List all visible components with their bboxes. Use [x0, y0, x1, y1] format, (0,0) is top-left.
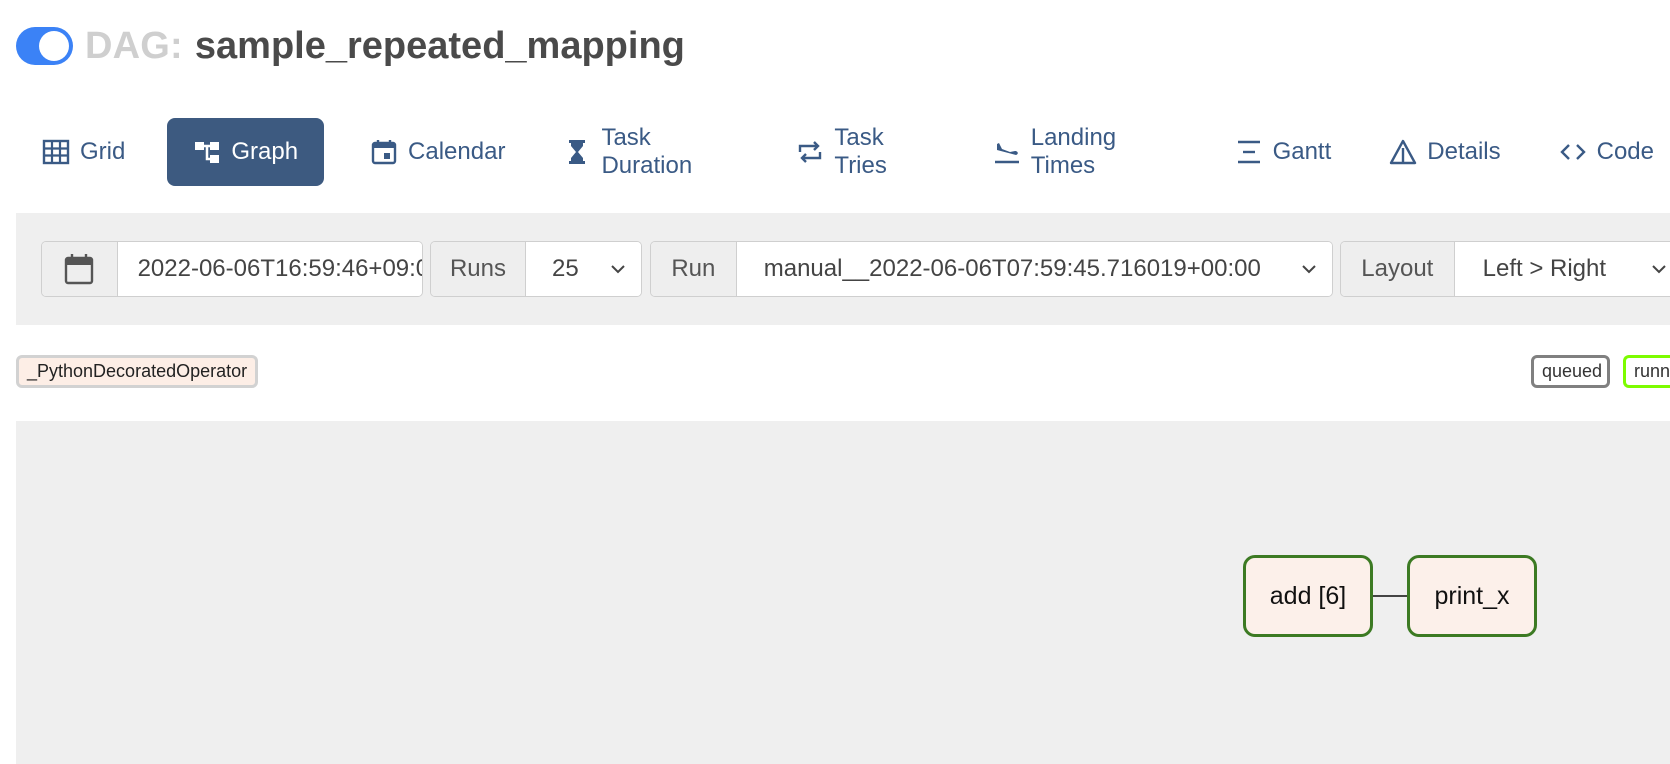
tab-label: Landing Times: [1030, 124, 1117, 179]
tab-calendar[interactable]: Calendar: [354, 118, 521, 186]
toggle-knob: [39, 31, 69, 61]
chevron-down-icon: [1302, 265, 1316, 274]
view-tabs: Grid Graph Calendar Task Duration Task T…: [26, 118, 1670, 186]
tab-label: Code: [1596, 138, 1654, 165]
code-icon: [1559, 138, 1587, 166]
date-picker-button[interactable]: [42, 242, 118, 296]
base-date-input[interactable]: 2022-06-06T16:59:46+09:00: [117, 242, 422, 296]
dag-label-prefix: DAG:: [85, 24, 183, 67]
plane-landing-icon: [993, 138, 1021, 166]
base-date-group: 2022-06-06T16:59:46+09:00: [41, 241, 423, 297]
run-group: Run manual__2022-06-06T07:59:45.716019+0…: [650, 241, 1333, 297]
warning-triangle-icon: [1389, 138, 1417, 166]
hourglass-icon: [563, 138, 591, 166]
tab-task-tries[interactable]: Task Tries: [780, 118, 950, 186]
graph-icon: [193, 138, 221, 166]
tab-gantt[interactable]: Gantt: [1219, 118, 1348, 186]
tab-label: Gantt: [1272, 138, 1332, 165]
retry-icon: [796, 138, 824, 166]
tab-graph[interactable]: Graph: [167, 118, 325, 186]
tab-label: Graph: [231, 138, 299, 165]
graph-canvas[interactable]: add [6] print_x: [16, 421, 1670, 764]
tab-details[interactable]: Details: [1373, 118, 1516, 186]
state-legend-running[interactable]: running: [1623, 355, 1670, 388]
layout-group: Layout Left > Right: [1340, 241, 1670, 297]
task-node-label: print_x: [1434, 581, 1510, 610]
task-node-label: add [6]: [1269, 581, 1347, 610]
runs-value: 25: [551, 255, 579, 282]
operator-legend-tag: _PythonDecoratedOperator: [16, 355, 259, 388]
tab-code[interactable]: Code: [1543, 118, 1670, 186]
layout-select[interactable]: Left > Right: [1454, 242, 1670, 296]
tab-task-duration[interactable]: Task Duration: [547, 118, 754, 186]
runs-select[interactable]: 25: [525, 242, 641, 296]
state-legend-queued[interactable]: queued: [1531, 355, 1610, 388]
tab-label: Grid: [80, 138, 126, 165]
run-select[interactable]: manual__2022-06-06T07:59:45.716019+00:00: [736, 242, 1332, 296]
tab-label: Details: [1427, 138, 1501, 165]
runs-group: Runs 25: [430, 241, 642, 297]
chevron-down-icon: [1652, 265, 1666, 274]
grid-icon: [42, 138, 70, 166]
tab-label: Task Duration: [601, 124, 693, 179]
task-node-add[interactable]: add [6]: [1243, 555, 1373, 637]
dag-title: sample_repeated_mapping: [194, 24, 685, 67]
tab-grid[interactable]: Grid: [26, 118, 141, 186]
task-node-print_x[interactable]: print_x: [1407, 555, 1537, 637]
calendar-icon: [64, 253, 94, 285]
runs-label: Runs: [431, 242, 526, 296]
page-header: DAG: sample_repeated_mapping: [16, 22, 685, 70]
gantt-icon: [1235, 138, 1263, 166]
tab-label: Calendar: [408, 138, 506, 165]
graph-controls-bar: 2022-06-06T16:59:46+09:00 Runs 25 Run ma…: [16, 213, 1670, 325]
layout-label: Layout: [1341, 242, 1455, 296]
run-value: manual__2022-06-06T07:59:45.716019+00:00: [763, 255, 1261, 282]
chevron-down-icon: [611, 265, 625, 274]
tab-landing-times[interactable]: Landing Times: [977, 118, 1193, 186]
run-label: Run: [651, 242, 737, 296]
calendar-icon: [370, 138, 398, 166]
tab-label: Task Tries: [834, 124, 887, 179]
dag-pause-toggle[interactable]: [16, 27, 73, 65]
layout-value: Left > Right: [1482, 255, 1607, 282]
